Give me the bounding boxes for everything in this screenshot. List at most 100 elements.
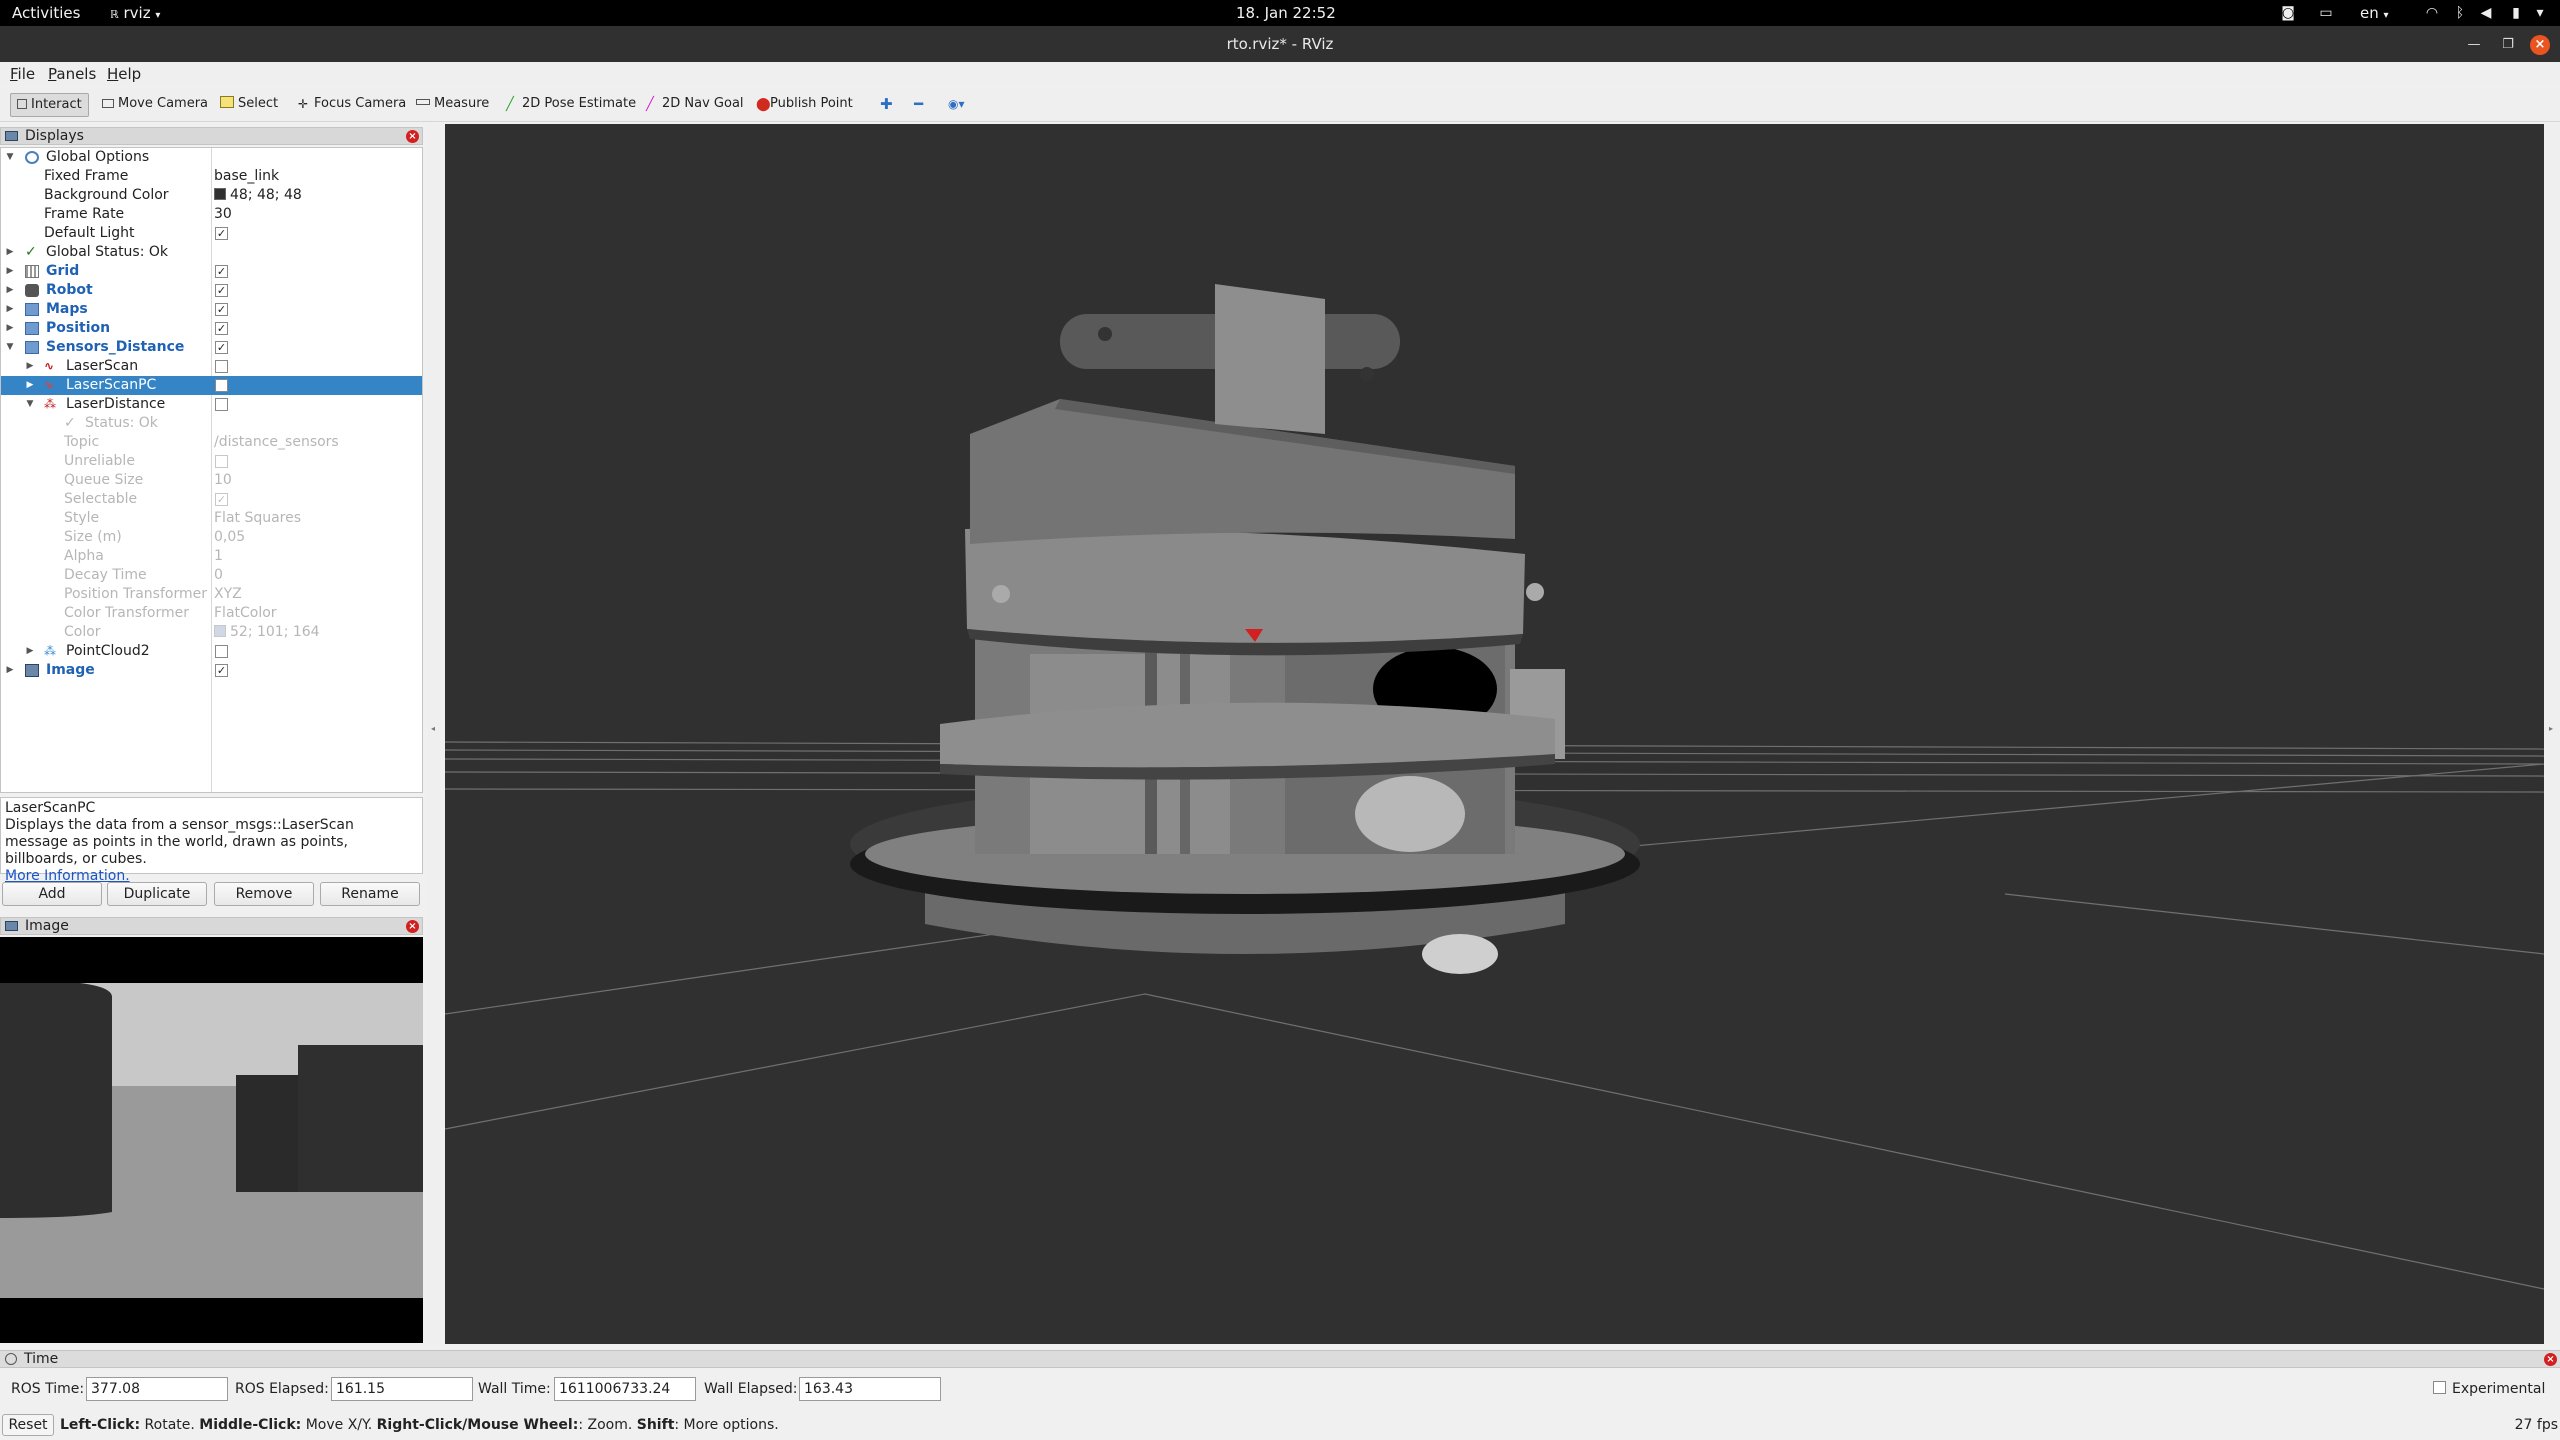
- close-image-panel-button[interactable]: ×: [406, 920, 419, 933]
- sensors-distance-checkbox[interactable]: ✓: [215, 341, 228, 354]
- collapsed-arrow-icon[interactable]: ▶: [4, 300, 16, 319]
- tree-row-laserscanpc[interactable]: ▶ ∿ LaserScanPC: [1, 376, 422, 395]
- collapsed-arrow-icon[interactable]: ▶: [4, 319, 16, 338]
- close-displays-panel-button[interactable]: ×: [406, 130, 419, 143]
- bluetooth-icon[interactable]: ᛒ: [2450, 4, 2470, 22]
- position-transformer-value[interactable]: XYZ: [214, 585, 242, 604]
- remove-tool-minus-icon[interactable]: ━: [908, 93, 929, 117]
- panel-splitter[interactable]: ◂: [428, 124, 440, 1344]
- tree-row-laserdistance[interactable]: ▼ ⁂ LaserDistance: [1, 395, 422, 414]
- expanded-arrow-icon[interactable]: ▼: [24, 395, 36, 414]
- collapsed-arrow-icon[interactable]: ▶: [24, 357, 36, 376]
- collapsed-arrow-icon[interactable]: ▶: [4, 243, 16, 262]
- tree-row-sensors-distance[interactable]: ▼ Sensors_Distance ✓: [1, 338, 422, 357]
- rename-button[interactable]: Rename: [320, 882, 420, 906]
- alpha-value[interactable]: 1: [214, 547, 223, 566]
- unreliable-checkbox[interactable]: [215, 455, 228, 468]
- wall-time-field[interactable]: 1611006733.24: [554, 1377, 696, 1401]
- default-light-checkbox[interactable]: ✓: [215, 227, 228, 240]
- color-value[interactable]: 52; 101; 164: [214, 623, 320, 642]
- tree-row-maps[interactable]: ▶ Maps ✓: [1, 300, 422, 319]
- tree-row-global-options[interactable]: ▼ Global Options: [1, 148, 422, 167]
- tool-properties-icon[interactable]: ◉▾: [942, 93, 971, 117]
- camera-image-view[interactable]: [0, 937, 423, 1343]
- publish-point-tool[interactable]: ⬤Publish Point: [750, 93, 859, 117]
- collapsed-arrow-icon[interactable]: ▶: [4, 661, 16, 680]
- selectable-checkbox[interactable]: ✓: [215, 493, 228, 506]
- decay-time-value[interactable]: 0: [214, 566, 223, 585]
- tree-row-position[interactable]: ▶ Position ✓: [1, 319, 422, 338]
- focus-camera-tool[interactable]: ✛ Focus Camera: [292, 93, 412, 117]
- 3d-view[interactable]: [445, 124, 2544, 1344]
- tree-row-grid[interactable]: ▶ Grid ✓: [1, 262, 422, 281]
- tree-row-status-ok[interactable]: ✓ Status: Ok: [1, 414, 422, 433]
- reset-button[interactable]: Reset: [2, 1414, 54, 1436]
- measure-tool[interactable]: Measure: [410, 93, 495, 117]
- fixed-frame-value[interactable]: base_link: [214, 167, 279, 186]
- close-time-panel-button[interactable]: ×: [2544, 1353, 2557, 1366]
- menu-file[interactable]: File: [10, 65, 35, 83]
- tree-row-style[interactable]: Style Flat Squares: [1, 509, 422, 528]
- tree-row-unreliable[interactable]: Unreliable: [1, 452, 422, 471]
- wifi-icon[interactable]: ◠: [2422, 4, 2442, 22]
- maps-checkbox[interactable]: ✓: [215, 303, 228, 316]
- wall-elapsed-field[interactable]: 163.43: [799, 1377, 941, 1401]
- collapsed-arrow-icon[interactable]: ▶: [24, 642, 36, 661]
- tree-row-image[interactable]: ▶ Image ✓: [1, 661, 422, 680]
- topic-value[interactable]: /distance_sensors: [214, 433, 339, 452]
- tree-row-decay-time[interactable]: Decay Time 0: [1, 566, 422, 585]
- pointcloud2-checkbox[interactable]: [215, 645, 228, 658]
- tree-row-robot[interactable]: ▶ Robot ✓: [1, 281, 422, 300]
- minimize-button[interactable]: —: [2464, 35, 2484, 55]
- add-tool-plus-icon[interactable]: ✚: [874, 93, 899, 117]
- move-camera-tool[interactable]: Move Camera: [96, 93, 214, 117]
- tree-row-background-color[interactable]: Background Color 48; 48; 48: [1, 186, 422, 205]
- right-splitter[interactable]: ▸: [2546, 124, 2560, 1344]
- queue-size-value[interactable]: 10: [214, 471, 232, 490]
- collapsed-arrow-icon[interactable]: ▶: [4, 262, 16, 281]
- tree-row-laserscan[interactable]: ▶ ∿ LaserScan: [1, 357, 422, 376]
- tree-row-color-transformer[interactable]: Color Transformer FlatColor: [1, 604, 422, 623]
- grid-checkbox[interactable]: ✓: [215, 265, 228, 278]
- activities-button[interactable]: Activities: [12, 0, 80, 26]
- system-menu-chevron-icon[interactable]: ▾: [2530, 4, 2550, 22]
- ros-time-field[interactable]: 377.08: [86, 1377, 228, 1401]
- discord-icon[interactable]: ◙: [2278, 4, 2298, 22]
- tree-row-selectable[interactable]: Selectable ✓: [1, 490, 422, 509]
- laserdistance-checkbox[interactable]: [215, 398, 228, 411]
- expanded-arrow-icon[interactable]: ▼: [4, 338, 16, 357]
- app-menu[interactable]: ℝ rviz ▾: [110, 0, 160, 26]
- tree-row-pointcloud2[interactable]: ▶ ⁂ PointCloud2: [1, 642, 422, 661]
- tree-row-color[interactable]: Color 52; 101; 164: [1, 623, 422, 642]
- duplicate-button[interactable]: Duplicate: [107, 882, 207, 906]
- robot-checkbox[interactable]: ✓: [215, 284, 228, 297]
- laserscanpc-checkbox[interactable]: [215, 379, 228, 392]
- battery-icon[interactable]: ▮: [2506, 4, 2526, 22]
- expanded-arrow-icon[interactable]: ▼: [4, 148, 16, 167]
- experimental-checkbox[interactable]: [2433, 1381, 2446, 1394]
- clock[interactable]: 18. Jan 22:52: [1236, 0, 1336, 26]
- tree-row-alpha[interactable]: Alpha 1: [1, 547, 422, 566]
- image-checkbox[interactable]: ✓: [215, 664, 228, 677]
- nav-goal-tool[interactable]: ╱ 2D Nav Goal: [640, 93, 750, 117]
- select-tool[interactable]: Select: [214, 93, 284, 117]
- ros-elapsed-field[interactable]: 161.15: [331, 1377, 473, 1401]
- tree-row-fixed-frame[interactable]: Fixed Frame base_link: [1, 167, 422, 186]
- background-color-value[interactable]: 48; 48; 48: [214, 186, 302, 205]
- drive-icon[interactable]: ▭: [2316, 4, 2336, 22]
- size-value[interactable]: 0,05: [214, 528, 245, 547]
- tree-row-position-transformer[interactable]: Position Transformer XYZ: [1, 585, 422, 604]
- maximize-button[interactable]: ❐: [2498, 35, 2518, 55]
- laserscan-checkbox[interactable]: [215, 360, 228, 373]
- tree-row-global-status[interactable]: ▶ ✓ Global Status: Ok: [1, 243, 422, 262]
- language-selector[interactable]: en ▾: [2360, 0, 2389, 26]
- tree-row-frame-rate[interactable]: Frame Rate 30: [1, 205, 422, 224]
- interact-tool[interactable]: Interact: [10, 93, 89, 117]
- frame-rate-value[interactable]: 30: [214, 205, 232, 224]
- tree-row-default-light[interactable]: Default Light ✓: [1, 224, 422, 243]
- remove-button[interactable]: Remove: [214, 882, 314, 906]
- collapsed-arrow-icon[interactable]: ▶: [24, 376, 36, 395]
- close-window-button[interactable]: ×: [2530, 35, 2550, 55]
- color-transformer-value[interactable]: FlatColor: [214, 604, 277, 623]
- pose-estimate-tool[interactable]: ╱ 2D Pose Estimate: [500, 93, 642, 117]
